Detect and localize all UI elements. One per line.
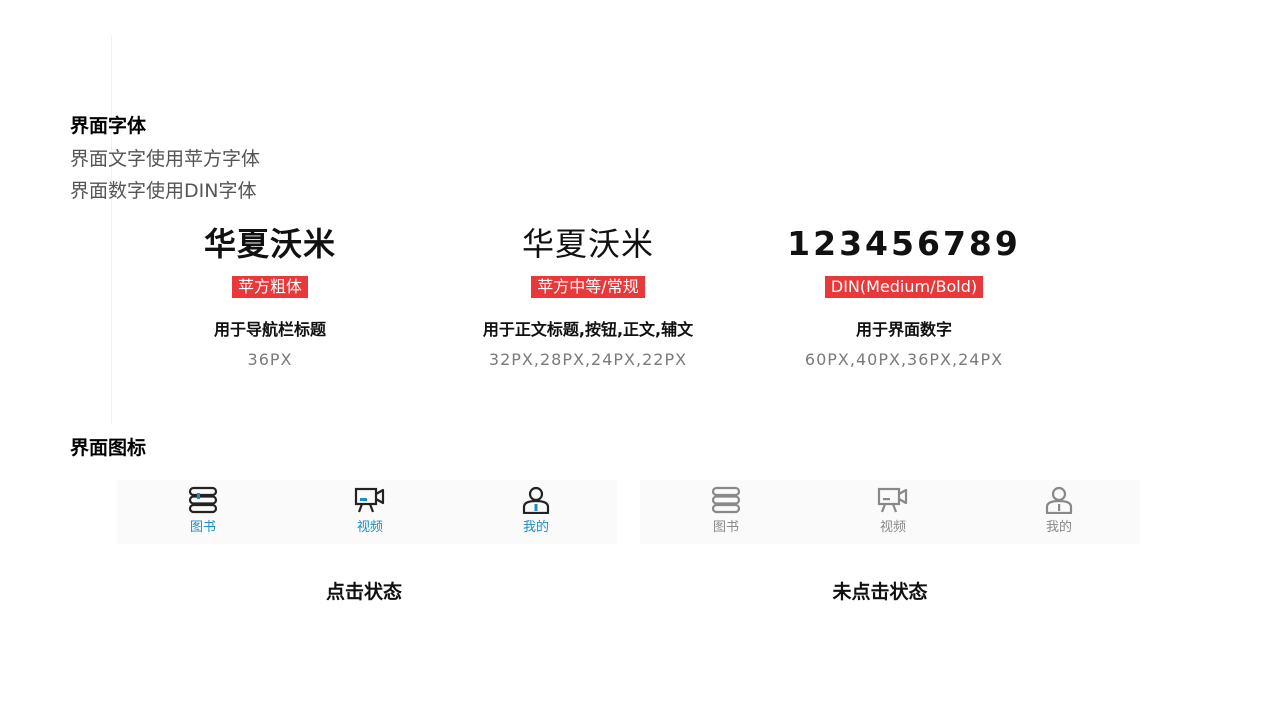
font-sample-din: 123456789 DIN(Medium/Bold) 用于界面数字 60PX,4… bbox=[754, 224, 1054, 369]
tabbar-active: 图书 视频 我的 bbox=[117, 480, 617, 544]
caption-unclicked: 未点击状态 bbox=[832, 581, 928, 603]
font-sample-pingfang-bold: 华夏沃米 苹方粗体 用于导航栏标题 36PX bbox=[120, 224, 420, 369]
guide-line bbox=[111, 36, 112, 424]
sample-number: 123456789 bbox=[787, 224, 1021, 263]
tab-label: 图书 bbox=[712, 520, 739, 535]
fonts-section-title: 界面字体 bbox=[70, 115, 147, 137]
font-sizes: 36PX bbox=[247, 350, 293, 369]
tabbar-inactive: 图书 视频 我的 bbox=[640, 480, 1140, 544]
video-icon bbox=[877, 487, 908, 513]
tab-books[interactable]: 图书 bbox=[163, 486, 243, 535]
fonts-desc-text: 界面文字使用苹方字体 bbox=[70, 148, 261, 170]
caption-clicked: 点击状态 bbox=[325, 581, 402, 603]
font-tag: DIN(Medium/Bold) bbox=[824, 276, 984, 298]
font-sizes: 60PX,40PX,36PX,24PX bbox=[804, 350, 1004, 369]
books-icon bbox=[711, 486, 741, 514]
icons-section-title: 界面图标 bbox=[70, 437, 147, 459]
font-sizes: 32PX,28PX,24PX,22PX bbox=[488, 350, 688, 369]
tab-label: 我的 bbox=[1045, 520, 1072, 535]
tab-video[interactable]: 视频 bbox=[853, 486, 933, 535]
video-icon bbox=[354, 487, 385, 513]
font-sample-pingfang-regular: 华夏沃米 苹方中等/常规 用于正文标题,按钮,正文,辅文 32PX,28PX,2… bbox=[438, 224, 738, 369]
tab-label: 视频 bbox=[879, 520, 906, 535]
tab-mine[interactable]: 我的 bbox=[496, 486, 576, 535]
font-tag: 苹方中等/常规 bbox=[531, 276, 645, 298]
sample-text: 华夏沃米 bbox=[521, 225, 654, 263]
font-tag: 苹方粗体 bbox=[231, 276, 308, 298]
books-icon bbox=[188, 486, 218, 514]
font-usage: 用于正文标题,按钮,正文,辅文 bbox=[482, 320, 694, 339]
tab-label: 视频 bbox=[356, 520, 383, 535]
sample-text: 华夏沃米 bbox=[203, 225, 336, 263]
tab-label: 图书 bbox=[189, 520, 216, 535]
tab-books[interactable]: 图书 bbox=[686, 486, 766, 535]
user-icon bbox=[522, 486, 550, 514]
tab-video[interactable]: 视频 bbox=[330, 486, 410, 535]
tab-mine[interactable]: 我的 bbox=[1019, 486, 1099, 535]
tab-label: 我的 bbox=[522, 520, 549, 535]
font-usage: 用于导航栏标题 bbox=[213, 320, 326, 339]
user-icon bbox=[1045, 486, 1073, 514]
font-usage: 用于界面数字 bbox=[855, 320, 952, 339]
fonts-desc-number: 界面数字使用DIN字体 bbox=[70, 180, 257, 202]
